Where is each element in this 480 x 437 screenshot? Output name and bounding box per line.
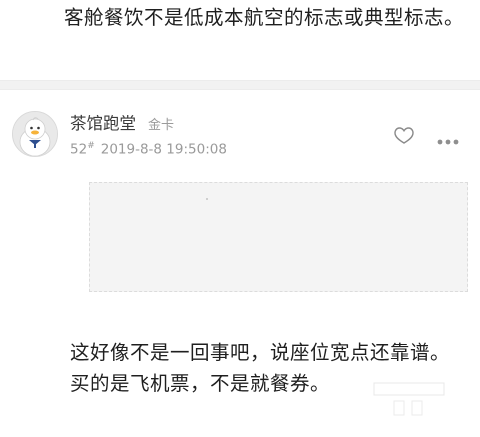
reply-body-line: 这好像不是一回事吧，说座位宽点还靠谱。 — [70, 341, 451, 364]
previous-post-text: 客舱餐饮不是低成本航空的标志或典型标志。 — [64, 6, 465, 29]
more-horizontal-icon[interactable] — [436, 131, 460, 145]
member-rank-badge: 金卡 — [148, 118, 175, 133]
floor-number: 52 — [70, 141, 88, 158]
attached-image-placeholder[interactable] — [89, 182, 468, 292]
image-speck — [206, 198, 208, 200]
post-datetime: 2019-8-8 19:50:08 — [100, 141, 227, 158]
star-outline-icon[interactable] — [393, 125, 415, 145]
site-watermark — [372, 377, 452, 421]
username[interactable]: 茶馆跑堂 — [70, 110, 136, 134]
floor-symbol: # — [87, 141, 95, 151]
post-meta: 52# 2019-8-8 19:50:08 — [70, 141, 227, 158]
post-divider — [0, 80, 480, 90]
user-avatar[interactable] — [12, 111, 58, 157]
duck-avatar-icon — [13, 112, 57, 156]
